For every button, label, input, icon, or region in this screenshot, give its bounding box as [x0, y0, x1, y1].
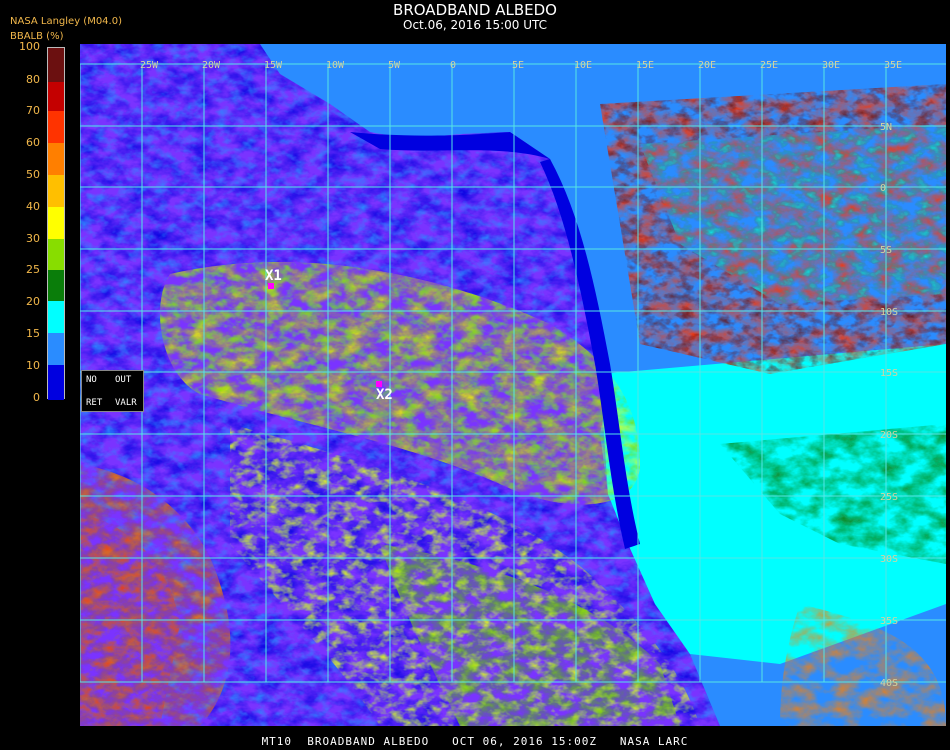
lat-label: 35S — [880, 616, 898, 627]
colorbar-tick: 40 — [26, 200, 40, 213]
colorbar-segment-50-60 — [48, 143, 64, 175]
colorbar-tick: 15 — [26, 327, 40, 340]
legend-ret: RET — [86, 398, 103, 408]
colorbar-segment-40-50 — [48, 175, 64, 207]
colorbar-segment-10-15 — [48, 333, 64, 365]
lon-label: 20W — [202, 60, 221, 71]
lat-label: 25S — [880, 492, 898, 503]
map-subtitle: Oct.06, 2016 15:00 UTC — [403, 18, 547, 32]
colorbar-segment-70-80 — [48, 82, 64, 111]
colorbar-tick: 20 — [26, 295, 40, 308]
lon-label: 15E — [636, 60, 654, 71]
lon-label: 5E — [512, 60, 524, 71]
lon-label: 10W — [326, 60, 345, 71]
legend-valr: VALR — [115, 398, 137, 408]
lon-label: 20E — [698, 60, 716, 71]
colorbar-segment-0-10 — [48, 365, 64, 400]
colorbar-tick: 30 — [26, 232, 40, 245]
lat-label: 0 — [880, 183, 886, 194]
colorbar-tick: 100 — [19, 40, 40, 53]
lat-label: 5N — [880, 122, 892, 133]
colorbar — [47, 47, 65, 400]
colorbar-tick: 60 — [26, 136, 40, 149]
lat-label: 30S — [880, 554, 898, 565]
agency-label: NASA Langley (M04.0) — [10, 16, 122, 27]
lat-label: 20S — [880, 430, 898, 441]
colorbar-tick: 10 — [26, 359, 40, 372]
colorbar-tick: 80 — [26, 73, 40, 86]
lon-label: 35E — [884, 60, 902, 71]
lon-label: 15W — [264, 60, 283, 71]
footer-caption: MT10 BROADBAND ALBEDO OCT 06, 2016 15:00… — [261, 735, 689, 748]
legend-no: NO — [86, 375, 97, 385]
colorbar-tick: 50 — [26, 168, 40, 181]
marker-x1-label: X1 — [265, 268, 282, 284]
marker-x2-label: X2 — [376, 387, 393, 403]
lat-label: 15S — [880, 368, 898, 379]
colorbar-segment-15-20 — [48, 301, 64, 333]
colorbar-segment-30-40 — [48, 207, 64, 239]
lon-label: 25W — [140, 60, 159, 71]
colorbar-segment-20-25 — [48, 270, 64, 301]
data-status-legend: NO OUT RET VALR — [81, 370, 144, 412]
lat-label: 5S — [880, 245, 892, 256]
lon-label: 30E — [822, 60, 840, 71]
colorbar-tick: 25 — [26, 263, 40, 276]
colorbar-segment-60-70 — [48, 111, 64, 143]
lat-label: 40S — [880, 678, 898, 689]
colorbar-tick: 0 — [33, 391, 40, 404]
legend-out: OUT — [115, 375, 132, 385]
lon-label: 10E — [574, 60, 592, 71]
colorbar-segment-80-100 — [48, 48, 64, 82]
map-title: BROADBAND ALBEDO — [393, 1, 557, 19]
lon-label: 0 — [450, 60, 456, 71]
albedo-map: 25W 20W 15W 10W 5W 0 5E 10E 15E 20E 25E … — [80, 44, 946, 726]
lon-label: 5W — [388, 60, 401, 71]
lat-label: 10S — [880, 307, 898, 318]
lon-label: 25E — [760, 60, 778, 71]
colorbar-tick: 70 — [26, 104, 40, 117]
colorbar-segment-25-30 — [48, 239, 64, 270]
